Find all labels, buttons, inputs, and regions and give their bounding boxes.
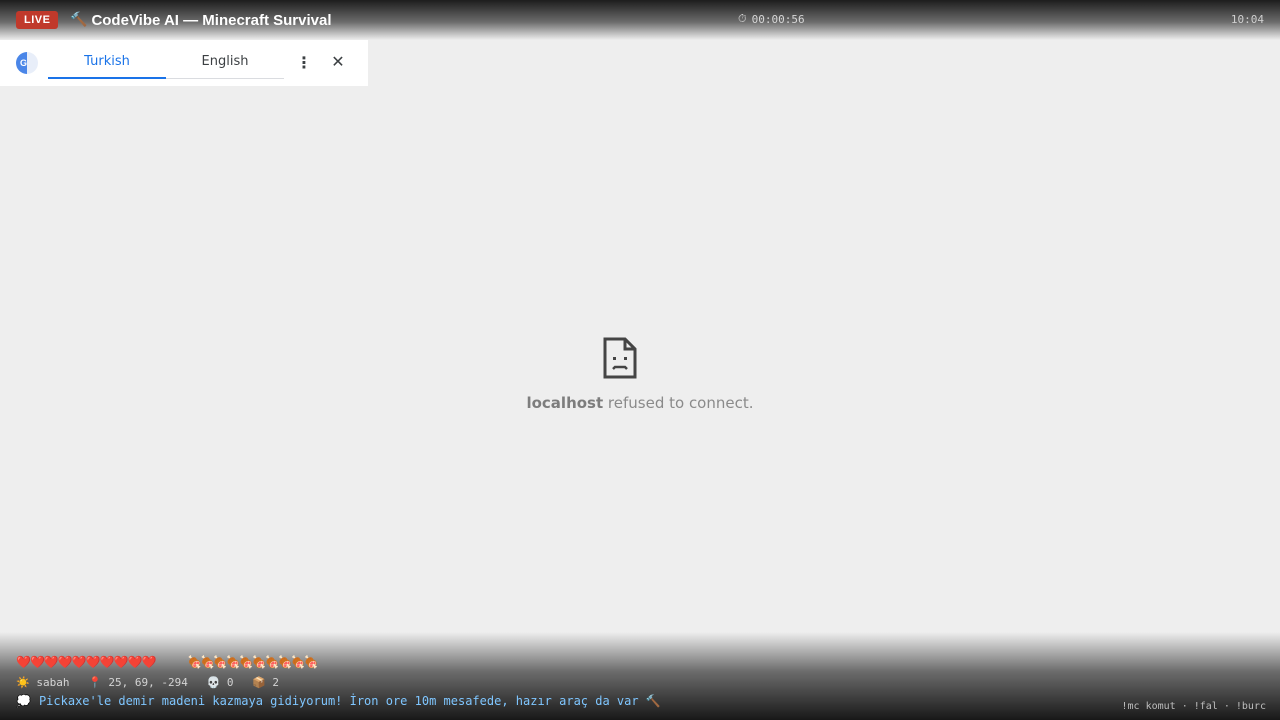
command-hints: !mc komut · !fal · !burc xyxy=(1121,701,1267,712)
stream-title-wrap: 🔨 CodeVibe AI — Minecraft Survival xyxy=(70,10,332,30)
item-count: 2 xyxy=(272,676,280,689)
tab-turkish[interactable]: Turkish xyxy=(48,40,166,79)
error-text: refused to connect. xyxy=(603,394,754,412)
box-icon: 📦 xyxy=(252,676,266,689)
coordinates: 25, 69, -294 xyxy=(108,676,188,689)
hammer-icon: 🔨 xyxy=(70,12,88,28)
thought-bubble-icon: 💭 xyxy=(16,694,31,708)
google-translate-icon[interactable]: G xyxy=(16,52,38,74)
health-hearts: ❤️❤️❤️❤️❤️❤️❤️❤️❤️❤️ xyxy=(16,655,156,669)
skull-icon: 💀 xyxy=(206,676,221,689)
clock: 10:04 xyxy=(1230,13,1264,26)
close-icon[interactable]: ✕ xyxy=(328,52,348,72)
live-badge: LIVE xyxy=(16,11,59,29)
sun-icon: ☀️ xyxy=(16,676,30,689)
sad-document-icon xyxy=(603,337,637,379)
error-message: localhost refused to connect. xyxy=(0,394,1280,412)
tab-english[interactable]: English xyxy=(166,40,284,79)
timer-value: 00:00:56 xyxy=(751,12,805,26)
translate-bar: G Turkish English ⋮ ✕ xyxy=(0,40,368,86)
time-of-day: sabah xyxy=(36,676,70,689)
more-options-icon[interactable]: ⋮ xyxy=(296,54,312,72)
food-bar: 🍖🍖🍖🍖🍖🍖🍖🍖🍖🍖 xyxy=(187,655,318,669)
stream-title: CodeVibe AI — Minecraft Survival xyxy=(91,11,332,29)
stream-timer: ⏱ 00:00:56 xyxy=(738,12,805,26)
stream-header: LIVE 🔨 CodeVibe AI — Minecraft Survival … xyxy=(0,0,1280,40)
chat-message: Pickaxe'le demir madeni kazmaya gidiyoru… xyxy=(38,694,661,708)
player-stats: ☀️ sabah 📍 25, 69, -294 💀 0 📦 2 xyxy=(16,676,291,689)
chat-line: 💭 Pickaxe'le demir madeni kazmaya gidiyor… xyxy=(16,694,661,708)
pin-icon: 📍 xyxy=(88,676,102,689)
error-host: localhost xyxy=(526,394,604,412)
stopwatch-icon: ⏱ xyxy=(738,12,747,25)
death-count: 0 xyxy=(226,676,234,689)
